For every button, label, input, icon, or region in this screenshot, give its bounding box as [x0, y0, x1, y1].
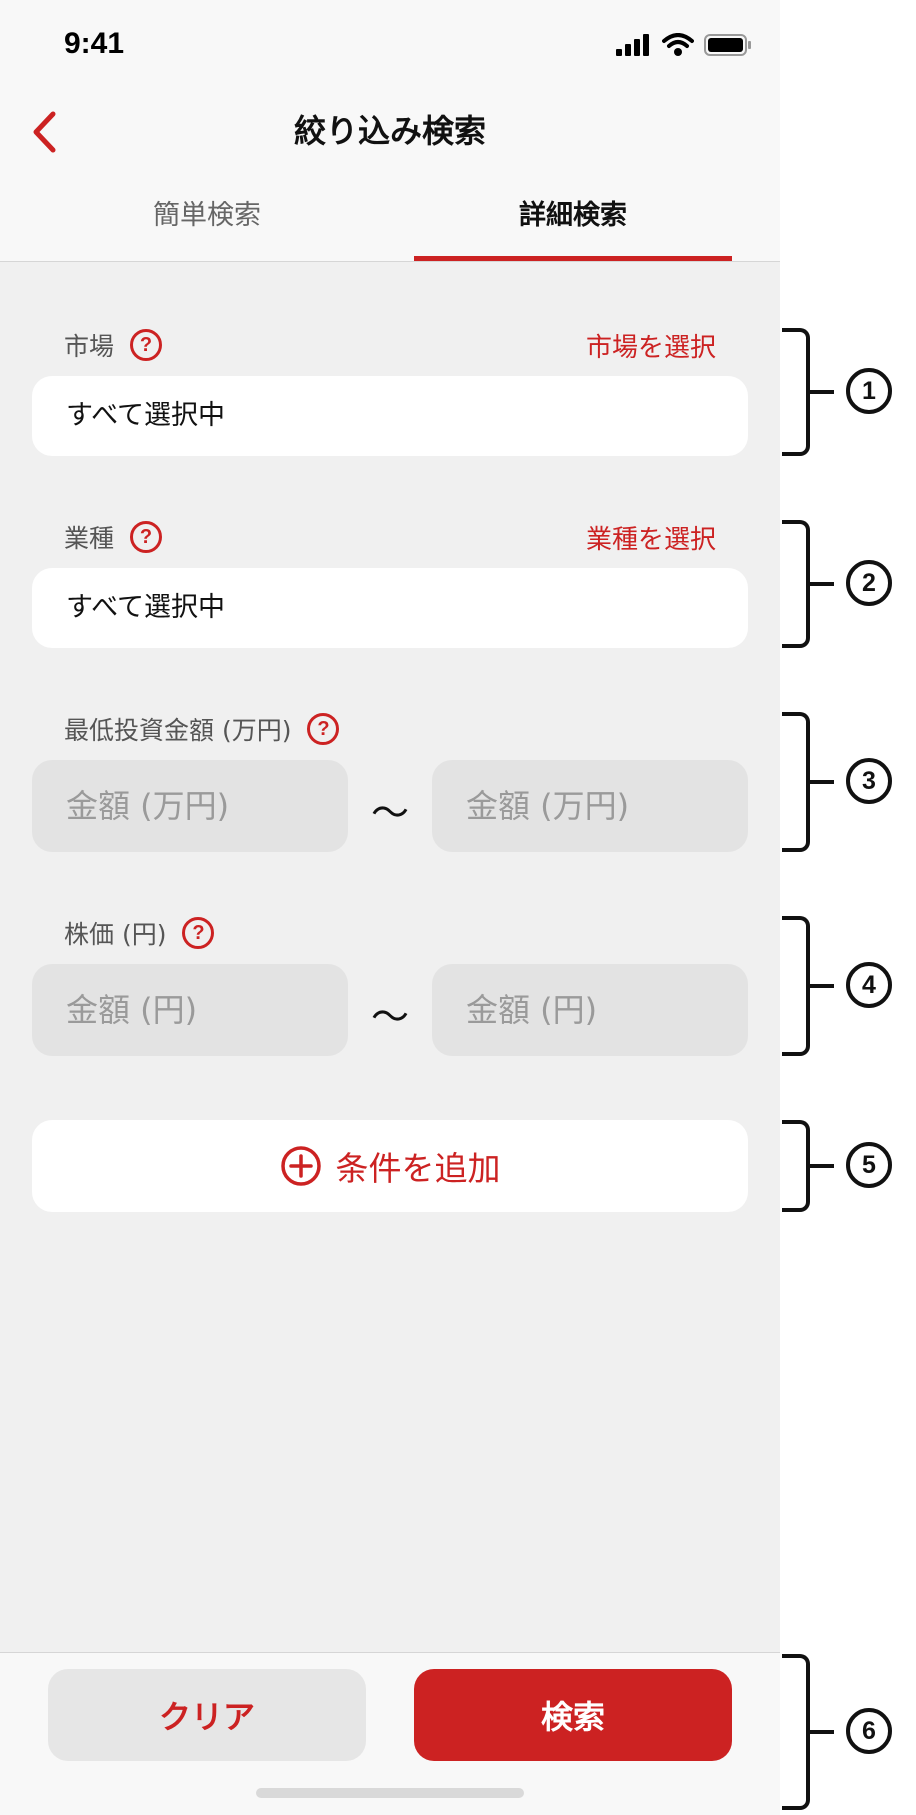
stock-price-label: 株価 (円) — [64, 920, 167, 949]
annotation-bracket — [782, 712, 810, 852]
select-industry-link[interactable]: 業種を選択 — [586, 519, 716, 556]
min-investment-from-input[interactable] — [32, 760, 348, 852]
search-button[interactable]: 検索 — [414, 1669, 732, 1761]
footer-action-bar: クリア 検索 — [0, 1652, 780, 1815]
annotation-bracket — [782, 1120, 810, 1212]
tab-simple-search[interactable]: 簡単検索 — [0, 192, 414, 262]
active-tab-indicator — [414, 256, 732, 261]
stock-price-help-icon[interactable]: ? — [182, 917, 215, 949]
annotation-tick — [810, 582, 834, 586]
annotation-callout: 6 — [846, 1708, 892, 1754]
page-title: 絞り込み検索 — [293, 112, 486, 150]
select-market-link[interactable]: 市場を選択 — [586, 327, 716, 364]
min-investment-label-row: 最低投資金額 (万円) ? — [64, 709, 716, 749]
status-bar: 9:41 — [0, 0, 780, 92]
add-condition-label: 条件を追加 — [335, 1149, 501, 1188]
annotation-tick — [810, 984, 834, 988]
stock-price-label-row: 株価 (円) ? — [64, 913, 716, 953]
battery-icon — [704, 34, 751, 56]
range-separator: 〜 — [370, 791, 409, 835]
annotation-bracket — [782, 1654, 810, 1810]
stock-price-from-input[interactable] — [32, 964, 348, 1056]
annotation-callout: 4 — [846, 962, 892, 1008]
market-selection-field[interactable]: すべて選択中 — [32, 376, 748, 456]
industry-label: 業種 — [64, 524, 115, 553]
signal-icon — [616, 34, 649, 56]
market-label: 市場 — [64, 332, 115, 361]
annotation-callout: 5 — [846, 1142, 892, 1188]
annotation-callout: 1 — [846, 368, 892, 414]
clear-button[interactable]: クリア — [48, 1669, 366, 1761]
annotation-bracket — [782, 916, 810, 1056]
annotation-callout: 3 — [846, 758, 892, 804]
stock-price-to-input[interactable] — [432, 964, 748, 1056]
annotation-bracket — [782, 328, 810, 456]
wifi-icon — [662, 33, 694, 56]
tab-bar: 簡単検索 詳細検索 — [0, 192, 780, 262]
header: 絞り込み検索 簡単検索 詳細検索 — [0, 92, 780, 262]
tab-detailed-search[interactable]: 詳細検索 — [414, 192, 732, 262]
market-help-icon[interactable]: ? — [130, 329, 163, 361]
range-separator: 〜 — [370, 995, 409, 1039]
status-time: 9:41 — [64, 27, 125, 60]
plus-circle-icon — [280, 1146, 321, 1186]
min-investment-label: 最低投資金額 (万円) — [64, 716, 292, 745]
annotation-tick — [810, 780, 834, 784]
industry-help-icon[interactable]: ? — [130, 521, 163, 553]
home-indicator — [256, 1788, 524, 1798]
market-label-row: 市場 ? 市場を選択 — [64, 325, 716, 365]
annotation-callout: 2 — [846, 560, 892, 606]
industry-selection-field[interactable]: すべて選択中 — [32, 568, 748, 648]
annotation-tick — [810, 390, 834, 394]
annotation-bracket — [782, 520, 810, 648]
min-investment-to-input[interactable] — [432, 760, 748, 852]
annotation-tick — [810, 1164, 834, 1168]
min-investment-help-icon[interactable]: ? — [307, 713, 340, 745]
add-condition-button[interactable]: 条件を追加 — [32, 1120, 748, 1212]
industry-label-row: 業種 ? 業種を選択 — [64, 517, 716, 557]
phone-screen: 9:41 絞り込み検索 簡単検索 詳細検索 市場 ? 市場を選択 すべて選択中 … — [0, 0, 780, 1815]
status-icons — [616, 32, 752, 58]
annotation-tick — [810, 1730, 834, 1734]
